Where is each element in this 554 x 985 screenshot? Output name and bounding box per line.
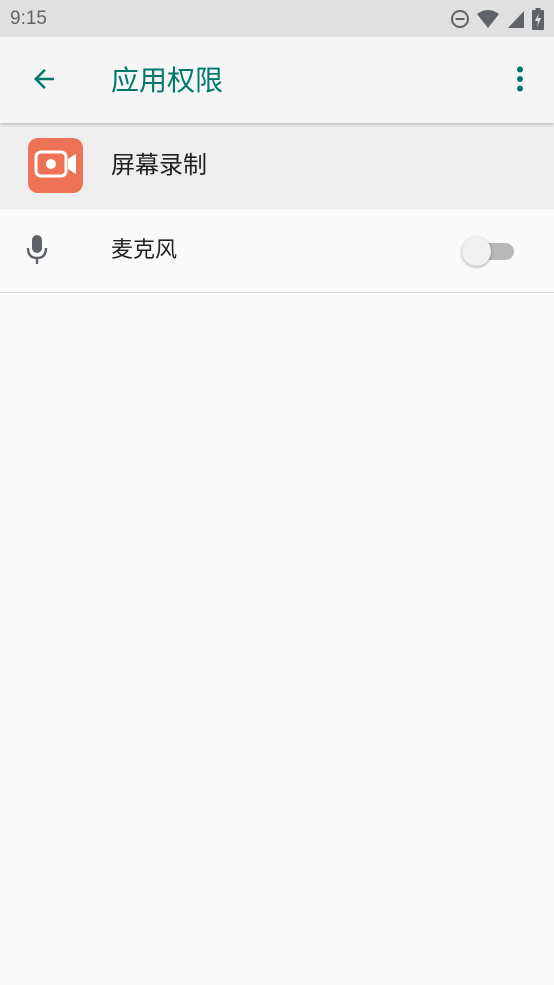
wifi-icon xyxy=(476,9,500,29)
status-time: 9:15 xyxy=(10,7,47,29)
battery-charging-icon xyxy=(532,7,544,30)
app-bar: 应用权限 xyxy=(0,37,554,123)
status-bar: 9:15 xyxy=(0,0,554,37)
page-title: 应用权限 xyxy=(111,64,224,97)
arrow-left-icon xyxy=(29,64,59,98)
cell-signal-icon xyxy=(506,9,526,29)
app-header: 屏幕录制 xyxy=(0,123,554,209)
app-name: 屏幕录制 xyxy=(111,151,207,179)
video-camera-icon xyxy=(34,149,78,183)
overflow-menu-button[interactable] xyxy=(502,61,538,101)
do-not-disturb-icon xyxy=(450,9,470,29)
microphone-toggle[interactable] xyxy=(462,235,516,267)
back-button[interactable] xyxy=(24,61,64,101)
status-icons xyxy=(450,7,544,30)
app-icon xyxy=(28,138,83,193)
more-vert-icon xyxy=(516,66,524,96)
toggle-thumb xyxy=(462,237,491,266)
permission-label: 麦克风 xyxy=(111,238,178,263)
microphone-icon xyxy=(22,233,52,267)
permission-row-microphone[interactable]: 麦克风 xyxy=(0,209,554,293)
